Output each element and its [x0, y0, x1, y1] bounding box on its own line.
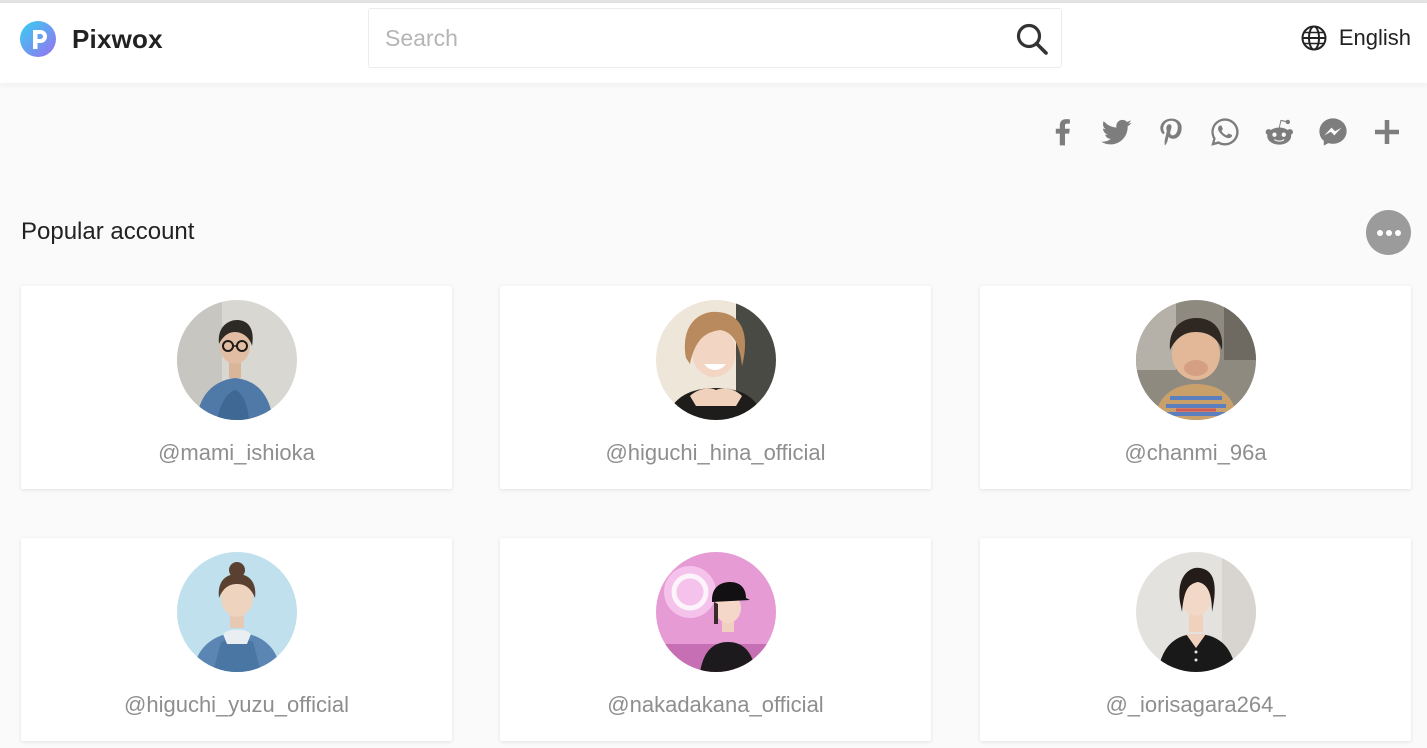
account-card[interactable]: @mami_ishioka	[21, 286, 452, 489]
avatar	[655, 552, 776, 672]
account-card[interactable]: @_iorisagara264_	[980, 538, 1411, 741]
ellipsis-icon	[1376, 229, 1383, 236]
messenger-share-button[interactable]	[1317, 112, 1349, 152]
account-card[interactable]: @chanmi_96a	[980, 286, 1411, 489]
plus-icon	[1375, 120, 1399, 144]
reddit-icon	[1265, 119, 1293, 145]
search-button[interactable]	[1015, 22, 1049, 56]
whatsapp-share-button[interactable]	[1209, 112, 1241, 152]
section-title: Popular account	[21, 218, 195, 245]
account-handle: @higuchi_hina_official	[605, 440, 826, 465]
account-handle: @nakadakana_official	[607, 692, 824, 717]
brand-name: Pixwox	[72, 23, 163, 54]
account-handle: @mami_ishioka	[158, 440, 315, 465]
avatar	[1135, 552, 1256, 672]
language-selector[interactable]: English	[1301, 25, 1411, 51]
share-bar	[1047, 112, 1403, 152]
globe-icon	[1301, 25, 1327, 51]
more-share-button[interactable]	[1371, 112, 1403, 152]
account-handle: @_iorisagara264_	[1105, 692, 1286, 717]
avatar	[176, 552, 297, 672]
avatar	[655, 300, 776, 420]
search-box	[368, 8, 1062, 68]
pinterest-icon	[1160, 118, 1182, 146]
account-handle: @chanmi_96a	[1124, 440, 1267, 465]
facebook-share-button[interactable]	[1047, 112, 1079, 152]
search-icon	[1016, 23, 1048, 55]
account-card[interactable]: @higuchi_hina_official	[500, 286, 931, 489]
messenger-icon	[1319, 118, 1347, 146]
twitter-icon	[1101, 119, 1132, 145]
pixwox-logo-icon	[20, 21, 56, 57]
whatsapp-icon	[1211, 118, 1239, 146]
account-card[interactable]: @nakadakana_official	[500, 538, 931, 741]
avatar	[1135, 300, 1256, 420]
more-options-button[interactable]	[1366, 210, 1411, 255]
ellipsis-dot	[1385, 229, 1392, 236]
top-header: Pixwox English	[0, 3, 1427, 83]
account-handle: @higuchi_yuzu_official	[124, 692, 349, 717]
facebook-icon	[1055, 119, 1070, 146]
avatar	[176, 300, 297, 420]
brand-link[interactable]: Pixwox	[20, 21, 163, 57]
ellipsis-dot	[1394, 229, 1401, 236]
account-card[interactable]: @higuchi_yuzu_official	[21, 538, 452, 741]
search-input[interactable]	[369, 9, 989, 67]
language-label: English	[1338, 25, 1411, 50]
twitter-share-button[interactable]	[1101, 112, 1133, 152]
pinterest-share-button[interactable]	[1155, 112, 1187, 152]
reddit-share-button[interactable]	[1263, 112, 1295, 152]
